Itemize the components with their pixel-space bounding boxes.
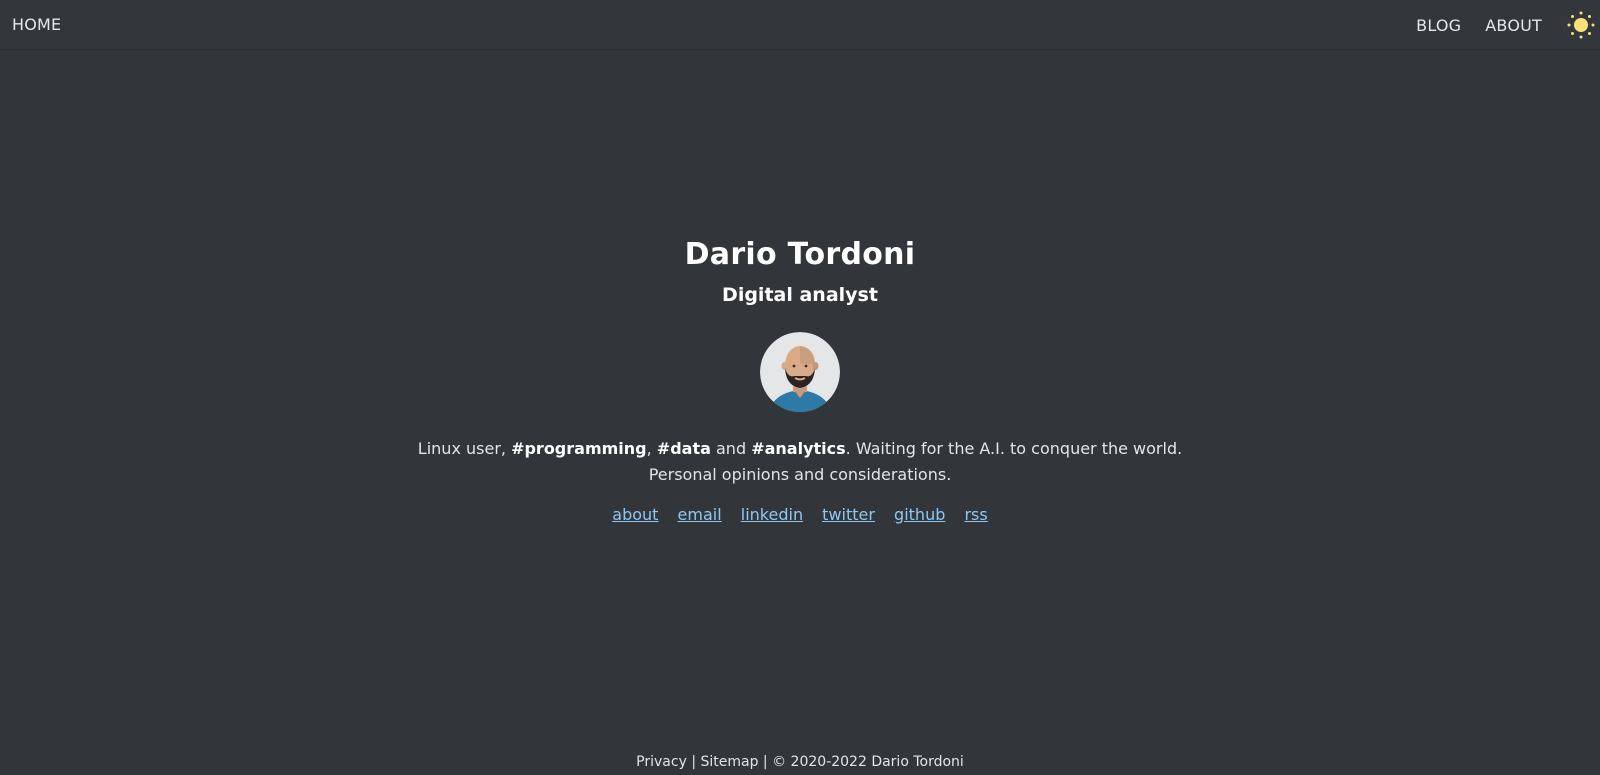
avatar	[760, 332, 840, 412]
sun-icon	[1567, 11, 1595, 39]
profile-subtitle: Digital analyst	[722, 284, 878, 306]
top-navbar: HOME BLOG ABOUT	[0, 0, 1600, 50]
link-linkedin[interactable]: linkedin	[741, 505, 803, 524]
link-rss[interactable]: rss	[964, 505, 987, 524]
nav-blog-link[interactable]: BLOG	[1416, 16, 1461, 35]
tag-programming: #programming	[511, 439, 647, 458]
bio-line-2: Personal opinions and considerations.	[648, 465, 952, 484]
link-email[interactable]: email	[678, 505, 722, 524]
nav-about-link[interactable]: ABOUT	[1485, 16, 1542, 35]
link-twitter[interactable]: twitter	[822, 505, 875, 524]
profile-name: Dario Tordoni	[684, 237, 916, 272]
bio-rest: . Waiting for the A.I. to conquer the wo…	[845, 439, 1183, 458]
bio-intro: Linux user,	[417, 439, 512, 458]
footer: Privacy | Sitemap | © 2020-2022 Dario To…	[0, 754, 1600, 770]
footer-privacy-link[interactable]: Privacy	[636, 754, 687, 770]
tag-data: #data	[656, 439, 711, 458]
bio-separator: and	[710, 439, 752, 458]
bio-separator: ,	[646, 439, 657, 458]
theme-toggle-button[interactable]	[1566, 10, 1596, 40]
link-github[interactable]: github	[894, 505, 945, 524]
footer-sitemap-link[interactable]: Sitemap	[701, 754, 759, 770]
footer-separator: |	[686, 754, 701, 770]
nav-right-group: BLOG ABOUT	[1416, 0, 1600, 50]
bio-text: Linux user, #programming, #data and #ana…	[0, 436, 1600, 488]
avatar-icon	[760, 332, 840, 412]
tag-analytics: #analytics	[751, 439, 846, 458]
bio-line-1: Linux user, #programming, #data and #ana…	[0, 436, 1600, 462]
nav-home-link[interactable]: HOME	[12, 15, 61, 34]
link-about[interactable]: about	[612, 505, 658, 524]
footer-separator: |	[758, 754, 773, 770]
footer-copyright: © 2020-2022 Dario Tordoni	[772, 754, 964, 770]
social-links: about email linkedin twitter github rss	[0, 505, 1600, 524]
